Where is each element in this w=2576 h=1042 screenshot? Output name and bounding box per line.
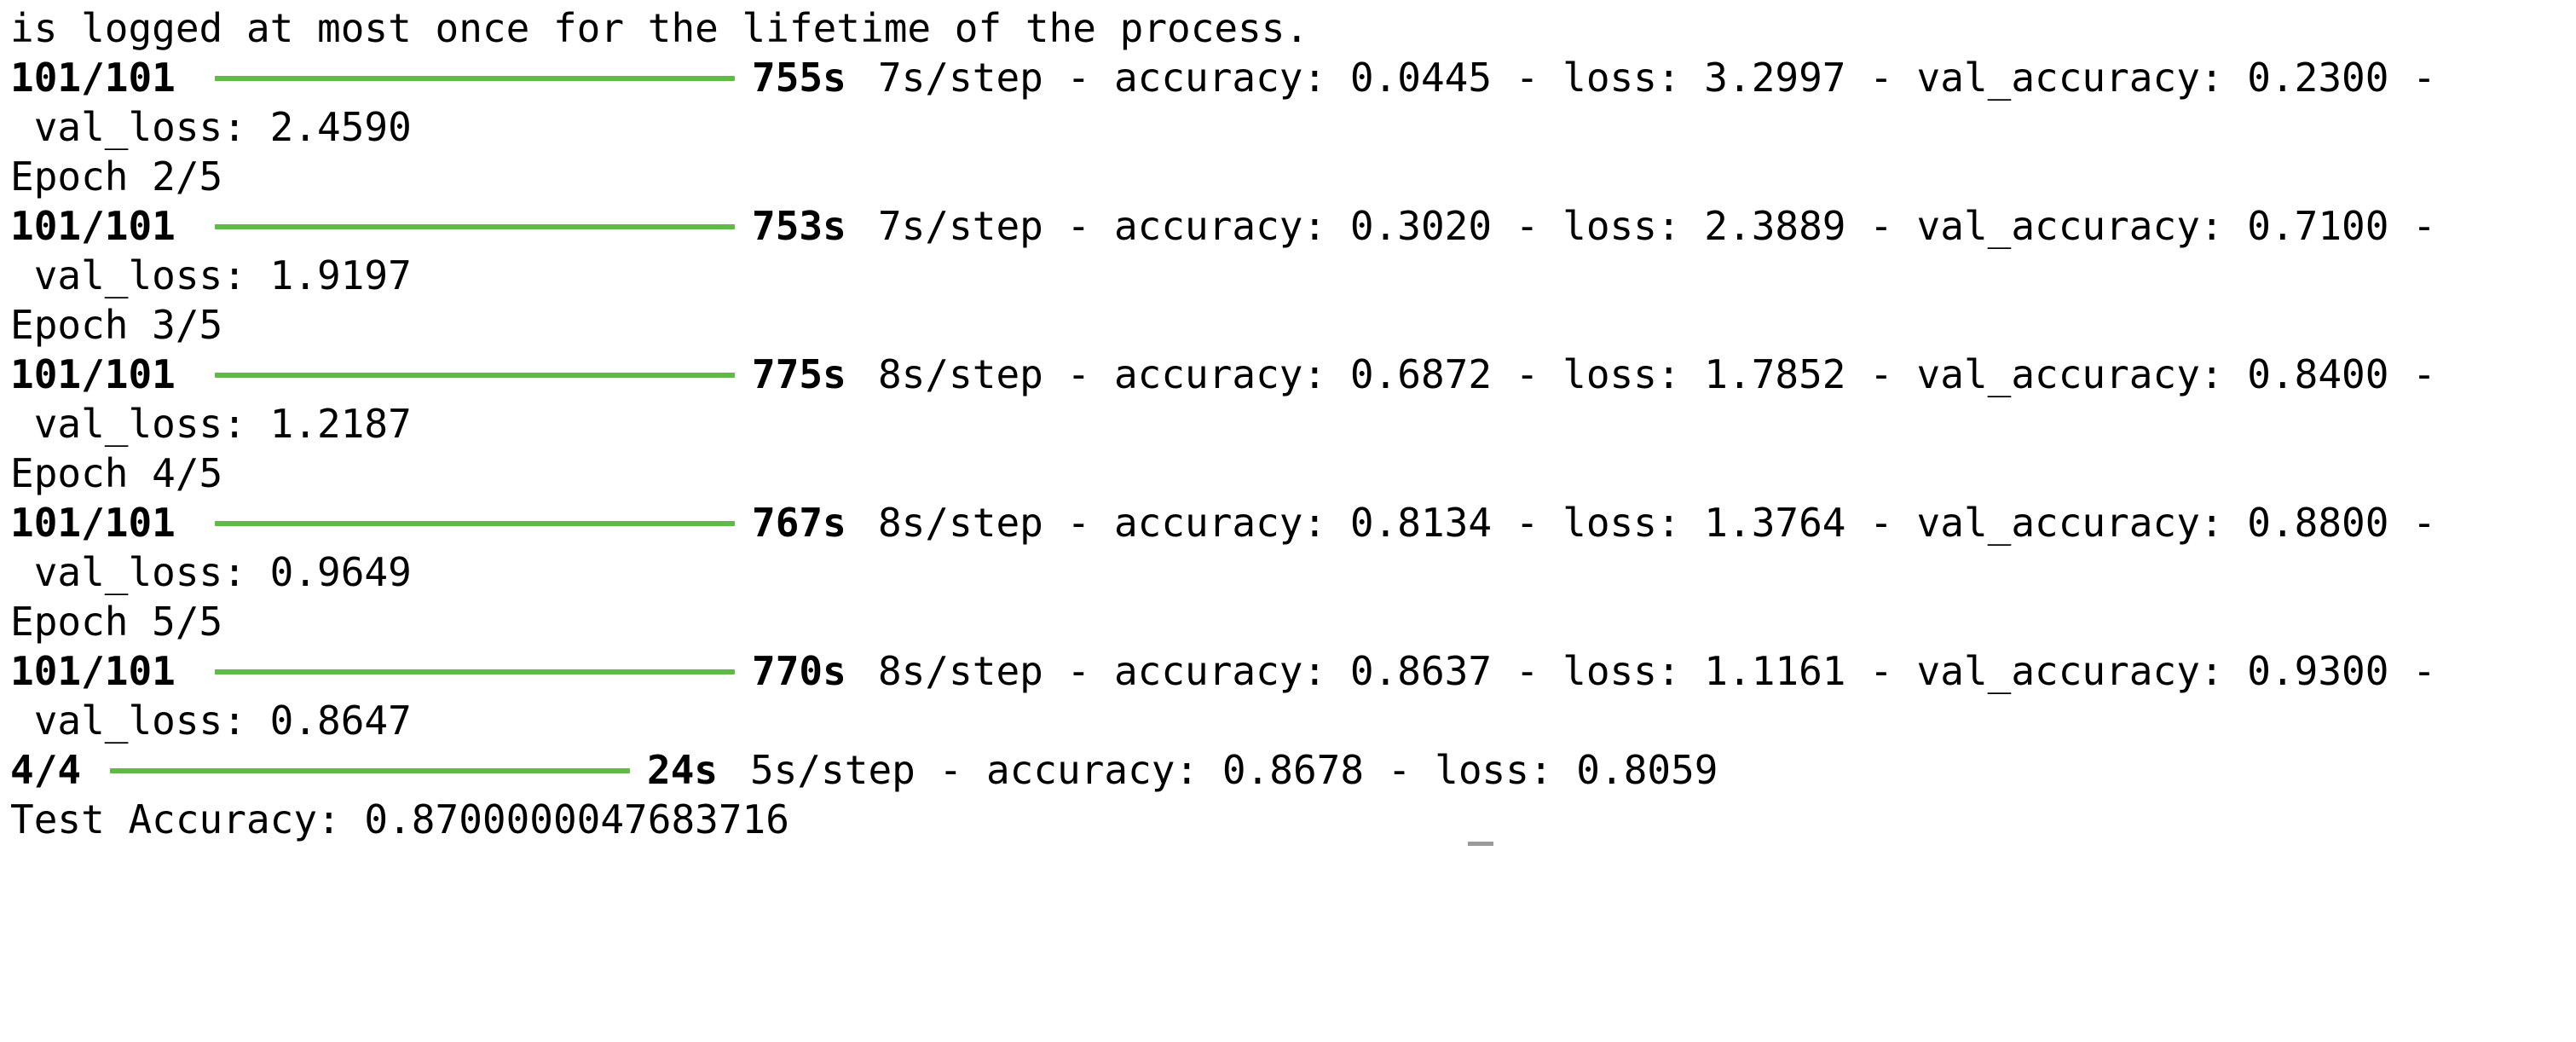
metrics-text: 7s/step - accuracy: 0.0445 - loss: 3.299… xyxy=(878,55,2436,101)
log-line-warning: is logged at most once for the lifetime … xyxy=(10,5,1309,51)
step-count: 101/101 xyxy=(10,648,176,694)
metrics-text: 7s/step - accuracy: 0.3020 - loss: 2.388… xyxy=(878,203,2436,249)
progress-line-test: 4/4 24s 5s/step - accuracy: 0.8678 - los… xyxy=(10,745,2567,795)
step-count: 4/4 xyxy=(10,747,82,793)
progress-bar xyxy=(215,669,735,674)
progress-line-epoch-4: 101/101 767s 8s/step - accuracy: 0.8134 … xyxy=(10,498,2567,547)
metrics-continuation: val_loss: 0.9649 xyxy=(10,549,412,595)
elapsed-time: 24s xyxy=(647,747,719,793)
progress-line-epoch-5: 101/101 770s 8s/step - accuracy: 0.8637 … xyxy=(10,646,2567,696)
progress-bar xyxy=(215,76,735,81)
metrics-text: 8s/step - accuracy: 0.6872 - loss: 1.785… xyxy=(878,351,2436,397)
progress-line-epoch-3: 101/101 775s 8s/step - accuracy: 0.6872 … xyxy=(10,350,2567,399)
progress-line-epoch-2: 101/101 753s 7s/step - accuracy: 0.3020 … xyxy=(10,201,2567,251)
epoch-header: Epoch 4/5 xyxy=(10,450,223,496)
metrics-continuation: val_loss: 0.8647 xyxy=(10,698,412,744)
step-count: 101/101 xyxy=(10,351,176,397)
elapsed-time: 767s xyxy=(752,500,846,546)
test-accuracy-line: Test Accuracy: 0.8700000047683716 xyxy=(10,796,789,842)
metrics-text: 8s/step - accuracy: 0.8637 - loss: 1.116… xyxy=(878,648,2436,694)
progress-bar xyxy=(215,521,735,526)
elapsed-time: 755s xyxy=(752,55,846,101)
metrics-continuation: val_loss: 2.4590 xyxy=(10,104,412,150)
metrics-text: 5s/step - accuracy: 0.8678 - loss: 0.805… xyxy=(750,747,1718,793)
elapsed-time: 753s xyxy=(752,203,846,249)
elapsed-time: 775s xyxy=(752,351,846,397)
progress-bar xyxy=(215,373,735,378)
epoch-header: Epoch 2/5 xyxy=(10,153,223,200)
step-count: 101/101 xyxy=(10,55,176,101)
terminal-cursor xyxy=(1468,842,1493,846)
metrics-continuation: val_loss: 1.9197 xyxy=(10,252,412,298)
epoch-header: Epoch 3/5 xyxy=(10,302,223,348)
epoch-header: Epoch 5/5 xyxy=(10,599,223,645)
progress-line-epoch-1: 101/101 755s 7s/step - accuracy: 0.0445 … xyxy=(10,53,2567,102)
terminal-output[interactable]: is logged at most once for the lifetime … xyxy=(10,0,2567,848)
metrics-text: 8s/step - accuracy: 0.8134 - loss: 1.376… xyxy=(878,500,2436,546)
progress-bar xyxy=(215,224,735,229)
step-count: 101/101 xyxy=(10,203,176,249)
progress-bar xyxy=(110,768,630,773)
step-count: 101/101 xyxy=(10,500,176,546)
elapsed-time: 770s xyxy=(752,648,846,694)
metrics-continuation: val_loss: 1.2187 xyxy=(10,401,412,447)
